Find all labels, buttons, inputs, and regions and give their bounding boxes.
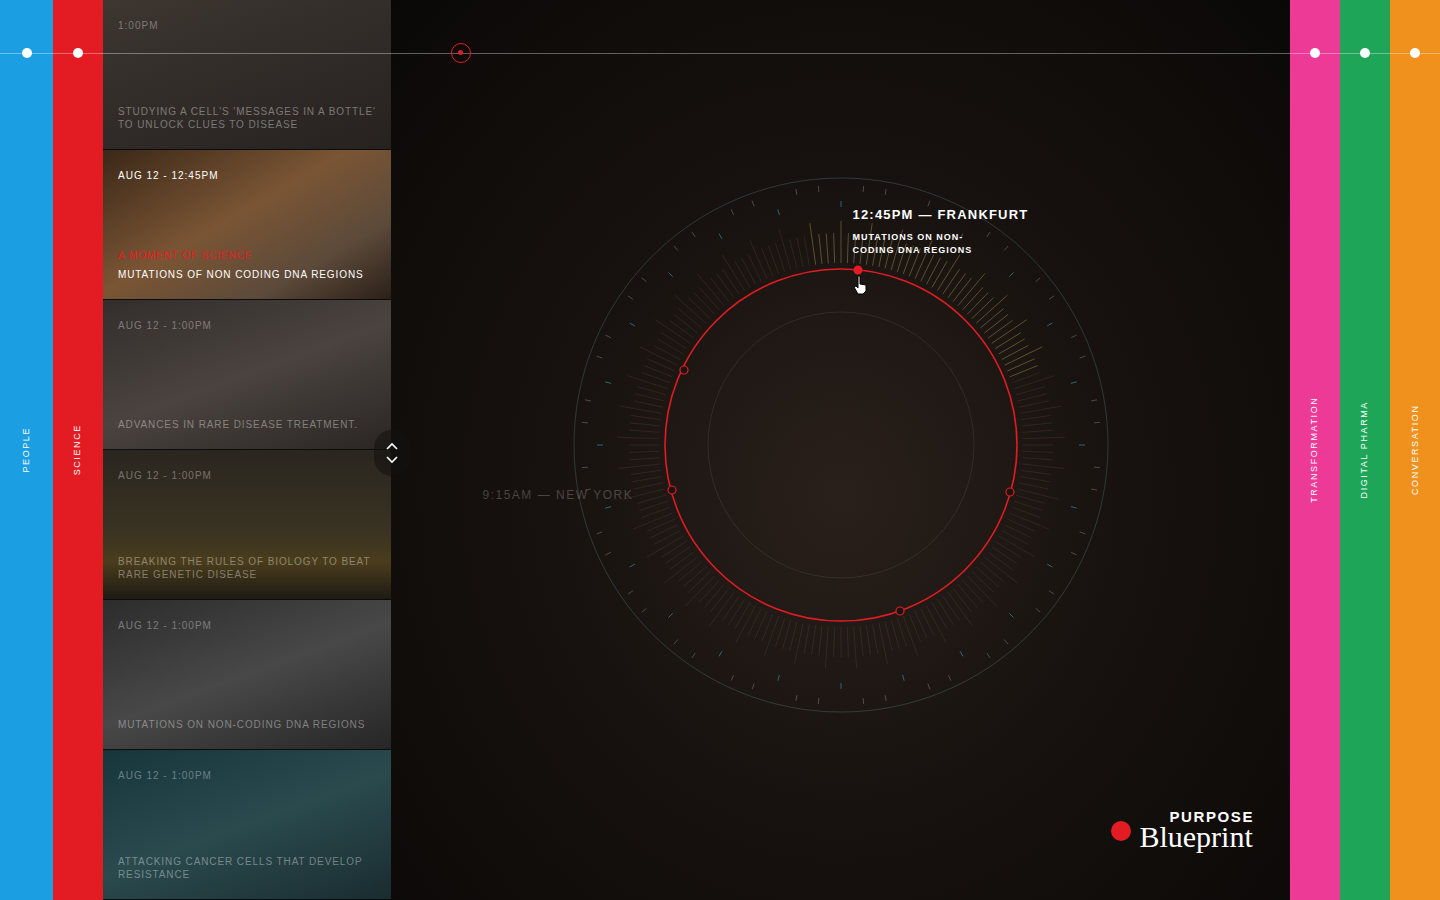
category-strip[interactable]: CONVERSATION <box>1390 0 1440 900</box>
hand-cursor-icon <box>853 275 869 295</box>
story-card[interactable]: AUG 12 - 12:45PM A MOMENT OF SCIENCE MUTAT… <box>103 150 391 300</box>
timeline-dot[interactable] <box>1410 48 1420 58</box>
story-card[interactable]: AUG 12 - 1:00PM BREAKING THE RULES OF BIO… <box>103 450 391 600</box>
category-label[interactable]: DIGITAL PHARMA <box>1358 401 1372 498</box>
story-caption: ATTACKING CANCER CELLS THAT DEVELOP RESI… <box>118 855 376 881</box>
story-card[interactable]: AUG 12 - 1:00PM ADVANCES IN RARE DISEASE … <box>103 300 391 450</box>
story-date: AUG 12 - 1:00PM <box>118 318 376 333</box>
event-title: MUTATIONS ON NON-CODING DNA REGIONS <box>853 231 991 257</box>
story-caption: ADVANCES IN RARE DISEASE TREATMENT. <box>118 418 376 431</box>
brand-logo[interactable]: PURPOSEBlueprint <box>1111 809 1254 850</box>
story-card[interactable]: AUG 12 - 1:00PM ATTACKING CANCER CELLS TH… <box>103 750 391 900</box>
story-category: A MOMENT OF SCIENCE <box>118 248 376 263</box>
category-label[interactable]: TRANSFORMATION <box>1308 397 1322 503</box>
story-caption: A MOMENT OF SCIENCE MUTATIONS OF NON CODI… <box>118 248 376 281</box>
story-caption: MUTATIONS ON NON-CODING DNA REGIONS <box>118 718 376 731</box>
logo-bottom: Blueprint <box>1139 824 1254 850</box>
category-label[interactable]: CONVERSATION <box>1408 405 1422 496</box>
story-title: ADVANCES IN RARE DISEASE TREATMENT. <box>118 418 376 431</box>
chevron-down-icon[interactable] <box>385 455 399 464</box>
story-caption: STUDYING A CELL'S 'MESSAGES IN A BOTTLE'… <box>118 105 376 131</box>
story-date: 1:00PM <box>118 18 376 33</box>
time-dial[interactable]: 12:45PM — FRANKFURT MUTATIONS ON NON-CODI… <box>571 175 1111 715</box>
category-strip[interactable]: TRANSFORMATION <box>1290 0 1340 900</box>
event-tooltip: 12:45PM — FRANKFURT MUTATIONS ON NON-CODI… <box>853 205 1053 257</box>
category-strip[interactable]: PEOPLE <box>0 0 53 900</box>
story-feed[interactable]: 1:00PM STUDYING A CELL'S 'MESSAGES IN A B… <box>103 0 391 900</box>
logo-top: PURPOSE <box>1139 809 1254 824</box>
story-title: MUTATIONS OF NON CODING DNA REGIONS <box>118 268 376 281</box>
timeline-dot[interactable] <box>22 48 32 58</box>
logo-dot-icon <box>1111 821 1131 841</box>
story-date: AUG 12 - 12:45PM <box>118 168 376 183</box>
category-strip[interactable]: DIGITAL PHARMA <box>1340 0 1390 900</box>
category-strip[interactable]: SCIENCE <box>53 0 103 900</box>
timeline-now-marker[interactable] <box>451 43 471 63</box>
logo-words: PURPOSEBlueprint <box>1139 809 1254 850</box>
category-label[interactable]: PEOPLE <box>20 427 34 473</box>
timeline-dot[interactable] <box>1360 48 1370 58</box>
story-stage: 12:45PM — FRANKFURT MUTATIONS ON NON-CODI… <box>391 0 1290 900</box>
timeline-dot[interactable] <box>73 48 83 58</box>
dial-ring-icon <box>571 175 1111 715</box>
story-card[interactable]: 1:00PM STUDYING A CELL'S 'MESSAGES IN A B… <box>103 0 391 150</box>
feed-scroll[interactable] <box>374 430 410 476</box>
chevron-up-icon[interactable] <box>385 442 399 451</box>
other-city-label[interactable]: 9:15AM — NEW YORK <box>483 486 634 504</box>
story-date: AUG 12 - 1:00PM <box>118 618 376 633</box>
story-title: BREAKING THE RULES OF BIOLOGY TO BEAT RA… <box>118 555 376 581</box>
timeline-dot[interactable] <box>1310 48 1320 58</box>
category-label[interactable]: SCIENCE <box>71 424 85 475</box>
story-title: STUDYING A CELL'S 'MESSAGES IN A BOTTLE'… <box>118 105 376 131</box>
story-title: ATTACKING CANCER CELLS THAT DEVELOP RESI… <box>118 855 376 881</box>
left-categories: PEOPLE SCIENCE <box>0 0 103 900</box>
story-date: AUG 12 - 1:00PM <box>118 768 376 783</box>
story-date: AUG 12 - 1:00PM <box>118 468 376 483</box>
story-caption: BREAKING THE RULES OF BIOLOGY TO BEAT RA… <box>118 555 376 581</box>
timeline-line <box>0 53 1440 54</box>
right-categories: TRANSFORMATION DIGITAL PHARMA CONVERSATION <box>1290 0 1440 900</box>
app-shell: PEOPLE SCIENCE 1:00PM STUDYING A CELL'S 'M… <box>0 0 1440 900</box>
story-card[interactable]: AUG 12 - 1:00PM MUTATIONS ON NON-CODING D… <box>103 600 391 750</box>
event-time: 12:45PM — FRANKFURT <box>853 205 1053 225</box>
story-title: MUTATIONS ON NON-CODING DNA REGIONS <box>118 718 376 731</box>
